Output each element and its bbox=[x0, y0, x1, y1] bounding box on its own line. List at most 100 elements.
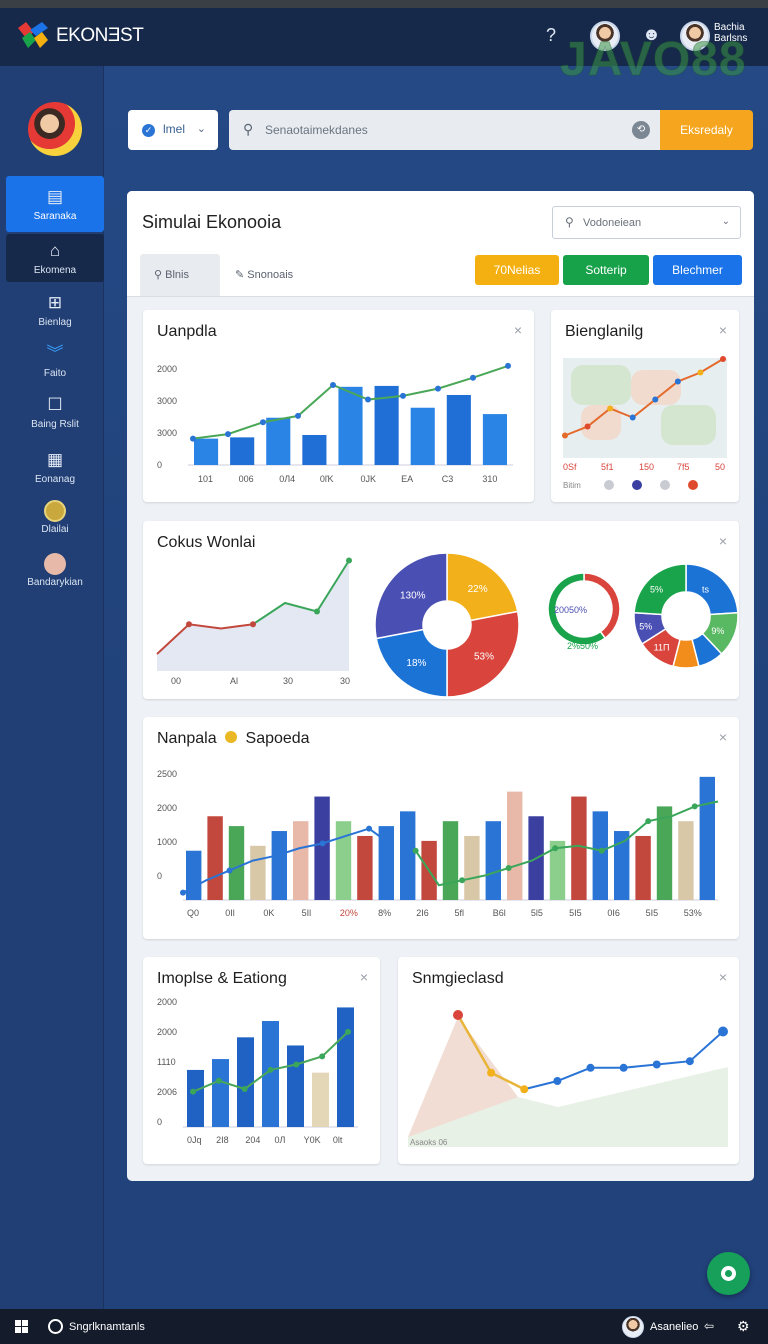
chart-cokus-wonlai: 00 Al 30 30 22% 53% 18% 130% 20050% 2%50% ts 9% 11П 5… bbox=[156, 552, 739, 698]
bar bbox=[337, 1007, 354, 1127]
sidebar-item-ekomena[interactable]: ⌂ Ekomena bbox=[6, 234, 104, 282]
tab-blnis[interactable]: ⚲ Blnis bbox=[140, 254, 220, 296]
line-point bbox=[697, 369, 704, 376]
line-point bbox=[720, 356, 726, 362]
sidebar-item-bandarykian[interactable]: Bandarykian bbox=[6, 553, 104, 588]
bar bbox=[482, 414, 507, 465]
search-icon: ⚲ bbox=[154, 269, 166, 281]
line-point bbox=[412, 847, 419, 854]
card-imoplse-eationg: Imoplse & Eationg × 2000 2000 1110 2006 0 0Jq… bbox=[143, 957, 380, 1164]
line-point bbox=[562, 432, 568, 439]
line-point bbox=[225, 431, 231, 438]
legend-label: Bitim bbox=[563, 481, 581, 490]
sidebar-item-saranaka[interactable]: ▤ Saranaka bbox=[6, 176, 104, 232]
sidebar-item-faito[interactable]: ︾ Faito bbox=[6, 344, 104, 379]
line-point bbox=[346, 557, 352, 564]
bar bbox=[338, 386, 363, 465]
x-tick-label: 30 bbox=[283, 676, 293, 686]
settings-icon[interactable]: ⚙ bbox=[737, 1318, 750, 1335]
slice-label: 5% bbox=[650, 584, 663, 594]
line-point bbox=[226, 867, 233, 874]
bar bbox=[187, 1069, 204, 1127]
taskbar-app-label[interactable]: Sngrlknamtanls bbox=[69, 1321, 145, 1333]
x-tick-label: 310 bbox=[482, 474, 497, 484]
x-tick-label: 101 bbox=[198, 474, 213, 484]
app-logo-icon bbox=[18, 22, 48, 48]
bar bbox=[271, 831, 287, 900]
line-point bbox=[520, 1085, 529, 1094]
pie-slice bbox=[685, 563, 739, 616]
inbox-icon: ▤ bbox=[46, 187, 64, 206]
tab-snonoais[interactable]: ✎ Snonoais bbox=[235, 254, 325, 296]
card-nanpala-sapoeda: Nanpala Sapoeda × 2500 2000 1000 0 Q0 0Il 0K 5I… bbox=[143, 717, 739, 939]
map-region bbox=[571, 365, 631, 405]
sidebar-item-baing-rslit[interactable]: ☐ Baing Rslit bbox=[6, 395, 104, 430]
slice-label: 9% bbox=[711, 626, 724, 636]
card-cokus-wonlai: Cokus Wonlai × 00 Al 30 30 22% 53% 18% 130% 2005… bbox=[143, 521, 739, 699]
x-tick-label: 0JK bbox=[361, 474, 377, 484]
bar bbox=[485, 821, 501, 900]
bar bbox=[592, 811, 608, 900]
fab-button[interactable] bbox=[707, 1252, 750, 1295]
bar bbox=[302, 435, 327, 465]
line-point bbox=[250, 621, 256, 628]
sidebar-item-bienlag[interactable]: ⊞ Bienlag bbox=[6, 293, 104, 328]
line-point bbox=[319, 840, 326, 847]
panel-dropdown[interactable]: ⚲ Vodoneiean ⌄ bbox=[552, 206, 741, 239]
x-tick-label: 50 bbox=[715, 462, 725, 472]
y-tick-label: 2000 bbox=[157, 803, 177, 813]
filter-dropdown[interactable]: ✓ lmel ⌄ bbox=[128, 110, 218, 150]
app-window: EKONƎST ? ☻ Bachia Barlsns JAVO88 ▤ Sara… bbox=[0, 0, 768, 1344]
btn-green[interactable]: Sotterip bbox=[563, 255, 649, 285]
bar bbox=[699, 776, 715, 900]
arrow-icon[interactable]: ⇦ bbox=[704, 1319, 714, 1333]
x-tick-label: 5I5 bbox=[569, 908, 582, 918]
line-point bbox=[366, 825, 373, 832]
tab-label: Blnis bbox=[165, 269, 189, 281]
bar bbox=[287, 1045, 304, 1127]
x-tick-label: 8% bbox=[378, 908, 391, 918]
bar bbox=[410, 407, 435, 465]
series-line-green bbox=[414, 800, 719, 887]
search-button[interactable]: Eksredaly bbox=[660, 110, 753, 150]
x-tick-label: Q0 bbox=[187, 908, 199, 918]
square-icon: ☐ bbox=[47, 395, 63, 414]
x-tick-label: 5l5 bbox=[531, 908, 543, 918]
profile-avatar[interactable] bbox=[28, 102, 82, 156]
line-point bbox=[180, 889, 186, 896]
line-point bbox=[453, 1010, 463, 1020]
pie-slice bbox=[583, 572, 621, 640]
btn-blue[interactable]: Blechmer bbox=[653, 255, 742, 285]
x-tick-label: 53% bbox=[684, 908, 702, 918]
clear-icon[interactable]: ⟲ bbox=[632, 121, 650, 139]
bar bbox=[194, 438, 219, 465]
search-input[interactable]: ⚲ Senaotaimekdanes ⟲ bbox=[229, 110, 660, 150]
line-point bbox=[487, 1068, 496, 1077]
line-point bbox=[645, 818, 652, 825]
y-tick-label: 0 bbox=[157, 1117, 162, 1127]
btn-yellow[interactable]: 70Nelias bbox=[475, 255, 559, 285]
watermark: JAVO88 bbox=[560, 33, 747, 87]
check-icon: ✓ bbox=[142, 124, 155, 137]
x-tick-label: 5Il bbox=[302, 908, 312, 918]
table-icon: ▦ bbox=[46, 450, 64, 469]
y-tick-label: 3000 bbox=[157, 428, 177, 438]
line-point bbox=[190, 435, 196, 442]
legend-swatch bbox=[688, 480, 698, 490]
taskbar-avatar[interactable] bbox=[622, 1316, 644, 1338]
slice-label: 18% bbox=[406, 658, 426, 669]
taskbar: Sngrlknamtanls Asanelieo ⇦ ⚙ bbox=[0, 1309, 768, 1344]
help-icon[interactable]: ? bbox=[546, 25, 556, 46]
bar bbox=[335, 821, 352, 900]
line-point bbox=[685, 1057, 694, 1066]
windows-start-icon[interactable] bbox=[15, 1320, 28, 1333]
x-tick-label: B6l bbox=[493, 908, 506, 918]
taskbar-user[interactable]: Asanelieo bbox=[650, 1321, 698, 1333]
sidebar-item-dlailai[interactable]: Dlailai bbox=[6, 500, 104, 535]
line-point bbox=[674, 378, 681, 385]
sidebar-item-eonanag[interactable]: ▦ Eonanag bbox=[6, 450, 104, 485]
y-tick-label: 2500 bbox=[157, 769, 177, 779]
app-status-icon bbox=[48, 1319, 63, 1334]
edit-icon: ✎ bbox=[235, 269, 248, 281]
area-fill bbox=[157, 560, 349, 671]
